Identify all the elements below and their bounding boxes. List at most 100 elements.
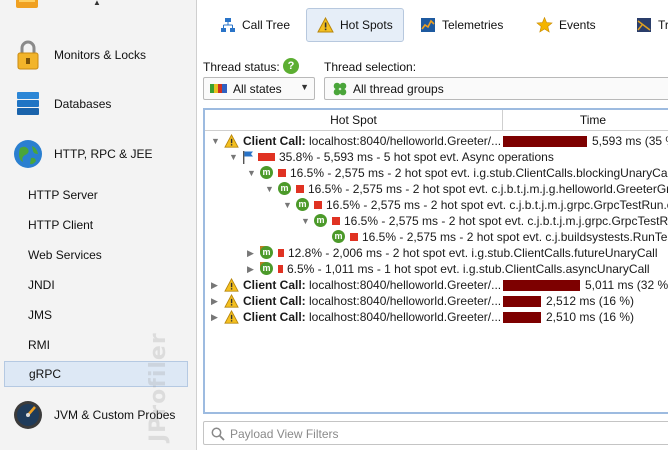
time-bar [503,136,587,147]
database-icon [12,88,44,120]
call-type-label: Client Call: [243,294,306,308]
collapse-arrow-icon[interactable]: ▼ [283,200,292,210]
table-row[interactable]: ▶ Client Call: localhost:8040/helloworld.… [205,309,668,325]
row-content: Client Call: localhost:8040/helloworld.G… [224,133,501,149]
row-content: m 16.5% - 2,575 ms - 2 hot spot evt. c.j.… [278,181,668,197]
table-row[interactable]: ▼ m 16.5% - 2,575 ms - 2 hot spot evt. c.j… [205,213,668,229]
sidebar-item-monitors-locks[interactable]: Monitors & Locks [0,32,196,78]
tab-label: Telemetries [442,18,504,32]
payload-view-filter-input[interactable]: Payload View Filters [203,421,668,445]
sidebar-item-label: Databases [54,97,112,111]
sidebar-item-http-client[interactable]: HTTP Client [0,212,196,238]
sidebar-item-label: HTTP Server [28,188,98,202]
column-header-hot-spot[interactable]: Hot Spot [205,110,502,130]
view-tab-bar: Call Tree Hot Spots Telemetries Events T… [198,0,668,48]
method-icon: m [332,230,346,244]
sidebar-item-jms[interactable]: JMS [0,302,196,328]
thread-selection-select[interactable]: All thread groups [324,77,668,100]
expand-arrow-icon[interactable]: ▶ [247,248,256,258]
filter-placeholder: Payload View Filters [230,427,339,441]
table-row[interactable]: ▶ Client Call: localhost:8040/helloworld.… [205,277,668,293]
expand-arrow-icon[interactable]: ▶ [247,264,256,274]
tracking-icon [637,18,651,32]
jprofiler-watermark: JProfiler [146,332,171,442]
collapse-arrow-icon[interactable]: ▼ [229,152,238,162]
hot-spots-tree-table[interactable]: Hot Spot Time ▼ Client Call: localhost:80… [203,108,668,414]
table-row[interactable]: ▼ 35.8% - 5,593 ms - 5 hot spot evt. Asyn… [205,149,668,165]
percentage-bar [258,153,275,161]
collapse-arrow-icon[interactable]: ▼ [301,216,310,226]
row-content: m 16.5% - 2,575 ms - 2 hot spot evt. i.g.… [260,165,668,181]
sidebar-item-label: JMS [28,308,52,322]
expand-arrow-icon[interactable]: ▶ [211,312,220,322]
table-row[interactable]: ▼ m 16.5% - 2,575 ms - 2 hot spot evt. i.g… [205,165,668,181]
row-content: Client Call: localhost:8040/helloworld.G… [224,309,501,325]
collapse-arrow-icon[interactable]: ▼ [247,168,256,178]
time-bar [503,280,580,291]
tab-tracking[interactable]: Tr [626,8,668,42]
table-row[interactable]: ▶ Client Call: localhost:8040/helloworld.… [205,293,668,309]
thread-selection-value: All thread groups [353,81,444,96]
thread-status-label: Thread status: [203,60,280,74]
hot-spot-text: 16.5% - 2,575 ms - 2 hot spot evt. c.j.b… [326,198,668,212]
warning-icon [224,134,239,148]
chevron-down-icon: ▼ [300,82,309,92]
expand-arrow-icon[interactable]: ▶ [211,280,220,290]
sidebar-item-web-services[interactable]: Web Services [0,242,196,268]
table-row[interactable]: ▼ m 16.5% - 2,575 ms - 2 hot spot evt. c.j… [205,197,668,213]
thread-status-value: All states [233,81,282,96]
hot-spot-text: 35.8% - 5,593 ms - 5 hot spot evt. Async… [279,150,554,164]
globe-icon [12,138,44,170]
warning-icon [317,17,334,33]
method-icon: m [296,198,310,212]
table-row[interactable]: ▶ m 12.8% - 2,006 ms - 2 hot spot evt. i.g… [205,245,668,261]
tab-telemetries[interactable]: Telemetries [410,8,513,42]
call-type-label: Client Call: [243,134,306,148]
sidebar-item-http-rpc-jee[interactable]: HTTP, RPC & JEE [0,131,196,177]
hot-spot-text: 12.8% - 2,006 ms - 2 hot spot evt. i.g.s… [288,246,658,260]
sidebar-item-databases[interactable]: Databases [0,81,196,127]
search-icon [211,427,225,441]
table-row[interactable]: ▼ m 16.5% - 2,575 ms - 2 hot spot evt. c.j… [205,181,668,197]
row-content: m 16.5% - 2,575 ms - 2 hot spot evt. c.j.… [332,229,668,245]
thread-selection-label: Thread selection: [324,60,417,74]
table-row[interactable]: m 16.5% - 2,575 ms - 2 hot spot evt. c.j.… [205,229,668,245]
row-content: Client Call: localhost:8040/helloworld.G… [224,277,501,293]
column-header-time[interactable]: Time [503,110,668,130]
row-content: Client Call: localhost:8040/helloworld.G… [224,293,501,309]
table-row[interactable]: ▼ Client Call: localhost:8040/helloworld.… [205,133,668,149]
sidebar-item-label: Web Services [28,248,102,262]
tab-label: Hot Spots [340,18,393,32]
sidebar-item-label: RMI [28,338,50,352]
sidebar: ▲ Monitors & Locks Databases HTTP, RPC &… [0,0,197,450]
sidebar-item-jndi[interactable]: JNDI [0,272,196,298]
row-content: m 16.5% - 2,575 ms - 2 hot spot evt. c.j.… [296,197,668,213]
sidebar-item-label: Monitors & Locks [54,48,147,62]
tab-call-tree[interactable]: Call Tree [210,8,300,42]
row-content: m 16.5% - 2,575 ms - 2 hot spot evt. c.j.… [314,213,668,229]
sidebar-item-label: HTTP, RPC & JEE [54,147,153,161]
tab-events[interactable]: Events [526,8,606,42]
expand-arrow-icon[interactable]: ▶ [211,296,220,306]
tab-hot-spots[interactable]: Hot Spots [306,8,404,42]
hot-spot-text: localhost:8040/helloworld.Greeter/... [305,294,502,308]
percentage-bar [332,217,340,225]
collapse-icon[interactable]: ▲ [93,0,101,7]
sidebar-item-http-server[interactable]: HTTP Server [0,182,196,208]
lock-icon [12,39,44,71]
time-value: 5,593 ms (35 % [592,134,668,148]
collapse-arrow-icon[interactable]: ▼ [265,184,274,194]
warning-icon [224,294,239,308]
table-row[interactable]: ▶ m 6.5% - 1,011 ms - 1 hot spot evt. i.g.… [205,261,668,277]
thread-groups-icon [333,82,347,95]
thread-status-select[interactable]: All states ▼ [203,77,315,100]
call-type-label: Client Call: [243,278,306,292]
tab-label: Tr [658,18,668,32]
flag-icon [243,150,253,164]
hot-spot-text: 6.5% - 1,011 ms - 1 hot spot evt. i.g.st… [287,262,650,276]
hot-spot-text: 16.5% - 2,575 ms - 2 hot spot evt. c.j.b… [308,182,668,196]
collapse-arrow-icon[interactable]: ▼ [211,136,220,146]
hot-spot-text: localhost:8040/helloworld.Greeter/... [305,134,502,148]
method-icon: m [260,166,274,180]
help-icon[interactable]: ? [283,58,299,74]
